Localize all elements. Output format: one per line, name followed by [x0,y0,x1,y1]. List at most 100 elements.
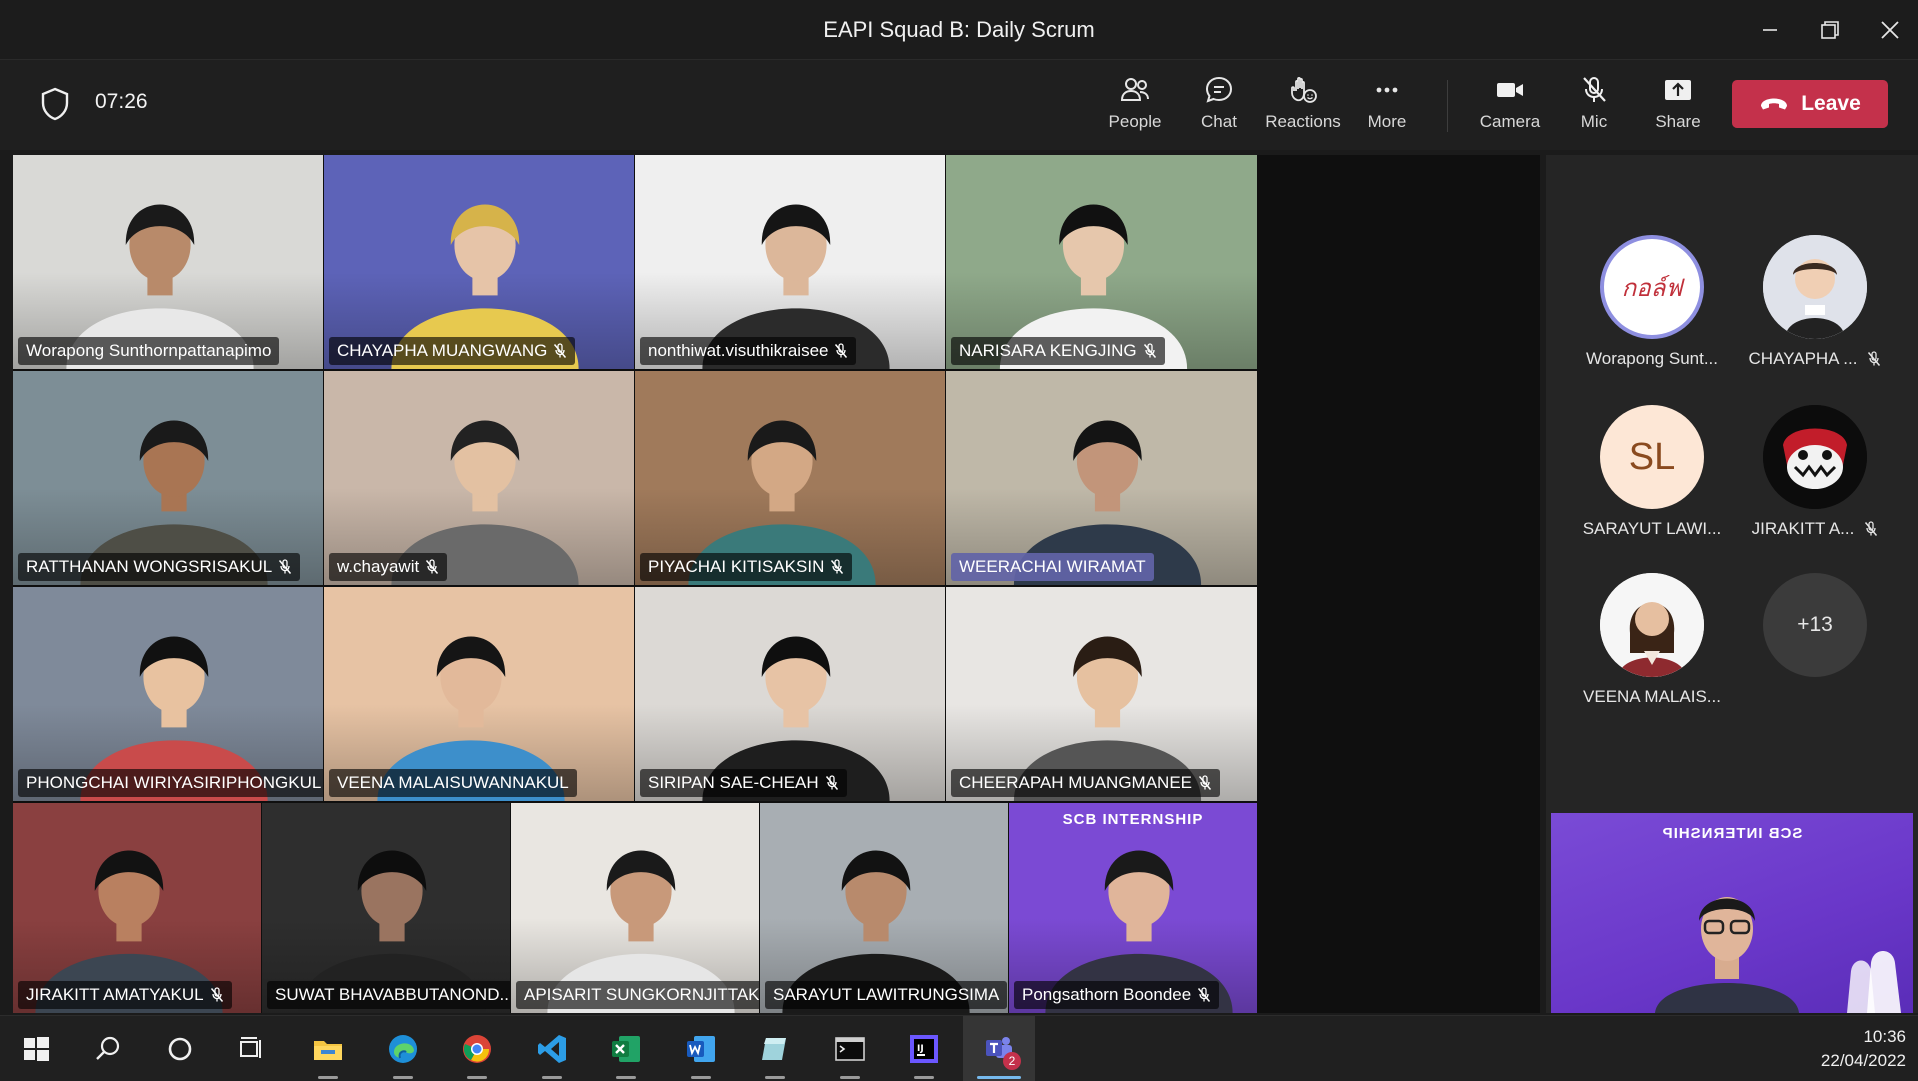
avatar-photo [1763,235,1867,339]
people-button[interactable]: People [1093,74,1177,138]
window-title: EAPI Squad B: Daily Scrum [823,17,1095,42]
mic-button[interactable]: Mic [1552,74,1636,138]
video-tile[interactable]: CHAYAPHA MUANGWANG [324,155,634,369]
video-tile[interactable]: JIRAKITT AMATYAKUL [13,803,261,1013]
leave-button[interactable]: Leave [1732,80,1888,128]
participant-name: PHONGCHAI WIRIYASIRIPHONGKUL [26,773,322,792]
video-tile[interactable]: SIRIPAN SAE-CHEAH [635,587,945,801]
shield-icon [41,87,69,121]
participant-tile[interactable]: CHAYAPHA ... [1735,235,1895,385]
participant-name: VEENA MALAISUWANNAKUL [337,773,569,792]
participant-name-tag: SUWAT BHAVABBUTANOND... [267,981,510,1009]
close-button[interactable] [1860,0,1918,59]
reactions-button[interactable]: Reactions [1261,74,1345,138]
more-button[interactable]: More [1345,74,1429,138]
participant-name: RATTHANAN WONGSRISAKUL [26,557,273,576]
mic-off-icon [1583,77,1606,102]
taskbar-app-edge[interactable] [367,1016,439,1081]
people-label: People [1108,112,1162,131]
start-button[interactable] [0,1016,72,1081]
camera-button[interactable]: Camera [1468,74,1552,138]
avatar-initials: SL [1628,435,1676,478]
clock-time: 10:36 [1863,1027,1906,1046]
mic-off-icon [210,987,223,1002]
participant-name-tag: JIRAKITT AMATYAKUL [18,981,232,1009]
intellij-icon: IJ [910,1034,938,1063]
taskbar-app-terminal[interactable] [814,1016,886,1081]
video-tile[interactable]: Worapong Sunthornpattanapimo [13,155,323,369]
cortana-icon [168,1037,192,1060]
avatar-photo [1763,405,1867,509]
more-label: More [1367,112,1407,131]
hang-up-icon [1761,98,1788,110]
taskbar-app-file-explorer[interactable] [292,1016,364,1081]
taskbar-app-vscode[interactable] [516,1016,588,1081]
task-view-icon [240,1036,261,1058]
avatar [1600,573,1704,677]
task-view-button[interactable] [216,1016,288,1081]
participant-name: JIRAKITT AMATYAKUL [26,985,204,1004]
participant-name: Pongsathorn Boondee [1022,985,1192,1004]
video-tile[interactable]: SARAYUT LAWITRUNGSIMA [760,803,1008,1013]
video-tile[interactable]: SUWAT BHAVABBUTANOND... [262,803,510,1013]
video-tile[interactable]: NARISARA KENGJING [946,155,1257,369]
mic-off-icon [279,559,292,574]
taskbar-app-teams[interactable]: 2 [963,1016,1035,1081]
minimize-button[interactable] [1740,0,1800,59]
more-participants-count: +13 [1763,573,1867,677]
participant-tile[interactable]: กอล์ฟ Worapong Sunt... [1572,235,1732,385]
share-icon [1665,80,1691,100]
video-tile[interactable]: RATTHANAN WONGSRISAKUL [13,371,323,585]
video-tile[interactable]: SCB INTERNSHIP Pongsathorn Boondee [1009,803,1257,1013]
azure-data-studio-icon [762,1037,786,1060]
participant-panel: กอล์ฟ Worapong Sunt... CHAYAPHA ... SL S… [1546,155,1918,1013]
participant-name: CHAYAPHA MUANGWANG [337,341,548,360]
share-button[interactable]: Share [1636,74,1720,138]
share-label: Share [1655,112,1701,131]
camera-icon [1497,83,1523,97]
video-tile[interactable]: w.chayawit [324,371,634,585]
taskbar-app-chrome[interactable] [441,1016,513,1081]
participant-name-tag: PIYACHAI KITISAKSIN [640,553,853,581]
participant-name-tag: CHEERAPAH MUANGMANEE [951,769,1220,797]
taskbar-app-intellij[interactable]: IJ [888,1016,960,1081]
word-icon [687,1035,715,1062]
participant-name-tag: Worapong Sunthornpattanapimo [18,337,280,365]
taskbar-app-excel[interactable] [590,1016,662,1081]
more-participants-tile[interactable]: +13 [1735,573,1895,723]
toolbar-divider [1447,80,1448,132]
participant-name-tag: nonthiwat.visuthikraisee [640,337,857,365]
video-tile[interactable]: CHEERAPAH MUANGMANEE [946,587,1257,801]
cortana-button[interactable] [144,1016,216,1081]
participant-tile[interactable]: VEENA MALAIS... [1572,573,1732,723]
participant-name: NARISARA KENGJING [959,341,1137,360]
video-tile[interactable]: WEERACHAI WIRAMAT [946,371,1257,585]
participant-name-tag: SIRIPAN SAE-CHEAH [640,769,847,797]
video-tile[interactable]: APISARIT SUNGKORNJITTAK... [511,803,759,1013]
minimize-icon [1763,28,1777,31]
clock-date: 22/04/2022 [1820,1051,1906,1070]
search-icon [96,1036,120,1060]
video-tile[interactable]: PIYACHAI KITISAKSIN [635,371,945,585]
video-tile[interactable]: nonthiwat.visuthikraisee [635,155,945,369]
window-titlebar: EAPI Squad B: Daily Scrum [0,0,1918,60]
participant-tile[interactable]: SL SARAYUT LAWI... [1572,405,1732,555]
chat-button[interactable]: Chat [1177,74,1261,138]
video-tile[interactable]: VEENA MALAISUWANNAKUL [324,587,634,801]
chat-label: Chat [1201,112,1237,131]
search-button[interactable] [72,1016,144,1081]
chat-icon [1205,76,1233,103]
system-clock[interactable]: 10:36 22/04/2022 [1821,1025,1906,1073]
participant-tile[interactable]: JIRAKITT A... [1735,405,1895,555]
mic-off-icon [831,559,844,574]
vscode-icon [538,1034,566,1063]
taskbar-app-azure-data-studio[interactable] [739,1016,811,1081]
mic-off-icon [825,775,838,790]
participant-name: SARAYUT LAWITRUNGSIMA [773,985,1000,1004]
maximize-button[interactable] [1800,0,1860,59]
reactions-label: Reactions [1265,112,1341,131]
more-icon [1376,87,1398,93]
video-tile[interactable]: PHONGCHAI WIRIYASIRIPHONGKUL [13,587,323,801]
meeting-toolbar: 07:26 People Chat Reactions More Camera … [0,60,1918,150]
taskbar-app-word[interactable] [665,1016,737,1081]
